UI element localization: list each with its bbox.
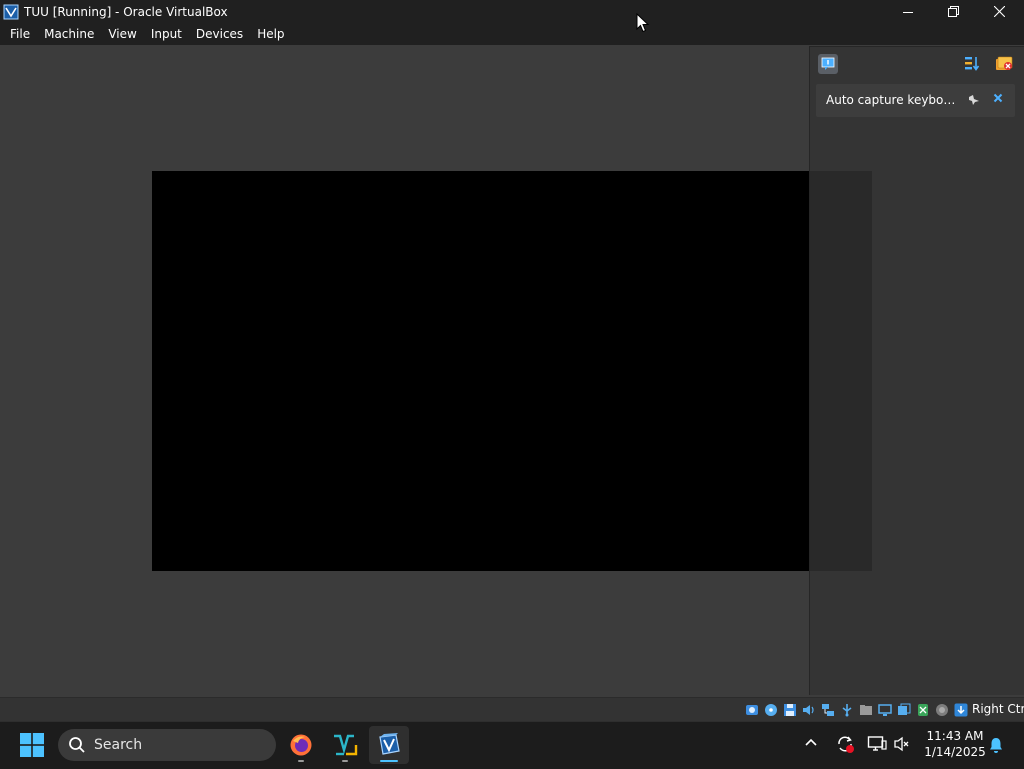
chevron-up-icon: [805, 738, 817, 746]
running-indicator: [298, 760, 304, 762]
host-key-label[interactable]: Right Ctrl: [972, 702, 1024, 716]
volume-muted-icon: [894, 736, 909, 752]
menu-bar: File Machine View Input Devices Help: [0, 23, 1024, 45]
sort-notifications-button[interactable]: [963, 55, 981, 76]
audio-icon[interactable]: [801, 703, 816, 718]
vscode-icon: [334, 734, 358, 756]
tray-sync[interactable]: [835, 734, 855, 757]
optical-drive-icon[interactable]: [763, 703, 778, 718]
menu-file[interactable]: File: [3, 27, 37, 41]
clock-date: 1/14/2025: [924, 745, 986, 759]
notification-center-toggle[interactable]: [818, 54, 838, 74]
cpu-icon[interactable]: [934, 703, 949, 718]
menu-devices[interactable]: Devices: [189, 27, 250, 41]
minimize-icon: [903, 11, 913, 13]
sort-icon: [965, 57, 980, 71]
hard-disk-icon[interactable]: [744, 703, 759, 718]
guest-screen[interactable]: [152, 171, 872, 571]
network-icon[interactable]: [820, 703, 835, 718]
dismiss-all-icon: [996, 56, 1013, 70]
window-title: TUU [Running] - Oracle VirtualBox: [24, 4, 228, 19]
tray-network[interactable]: [867, 735, 887, 756]
virtualbox-icon: [3, 4, 19, 19]
windows-start-icon[interactable]: [20, 733, 44, 757]
search-box[interactable]: Search: [58, 729, 276, 761]
menu-view[interactable]: View: [101, 27, 143, 41]
taskbar-clock[interactable]: 11:43 AM 1/14/2025: [918, 728, 992, 760]
floppy-icon[interactable]: [782, 703, 797, 718]
dismiss-all-button[interactable]: [994, 55, 1014, 76]
usb-icon[interactable]: [839, 703, 854, 718]
firefox-icon: [290, 734, 312, 756]
notification-keep-button[interactable]: [968, 94, 980, 109]
taskbar-vscode[interactable]: [325, 726, 365, 764]
notification-item[interactable]: Auto capture keyboard ...: [816, 84, 1015, 117]
restore-icon: [947, 6, 959, 17]
running-indicator: [342, 760, 348, 762]
keyboard-icon[interactable]: [953, 703, 968, 718]
menu-machine[interactable]: Machine: [37, 27, 101, 41]
clock-time: 11:43 AM: [926, 729, 984, 743]
notification-text: Auto capture keyboard ...: [826, 93, 962, 107]
minimize-button[interactable]: [885, 0, 931, 23]
menu-help[interactable]: Help: [250, 27, 291, 41]
show-hidden-icons-button[interactable]: [804, 736, 818, 750]
close-button[interactable]: [976, 0, 1022, 23]
recording-icon[interactable]: [896, 703, 911, 718]
notification-icon: [821, 57, 835, 70]
bell-icon: [990, 738, 1002, 753]
network-icon: [867, 736, 887, 751]
shared-folders-icon[interactable]: [858, 703, 873, 718]
menu-input[interactable]: Input: [144, 27, 189, 41]
mouse-integration-icon[interactable]: [915, 703, 930, 718]
close-icon: [993, 93, 1003, 103]
restore-button[interactable]: [930, 0, 976, 23]
taskbar-firefox[interactable]: [281, 726, 321, 764]
tray-volume[interactable]: [893, 735, 911, 756]
status-bar: Right Ctrl: [0, 697, 1024, 722]
title-bar: TUU [Running] - Oracle VirtualBox: [0, 0, 1024, 23]
search-icon: [68, 736, 86, 754]
virtualbox-icon: [379, 733, 400, 755]
notification-close-button[interactable]: [992, 92, 1004, 107]
sync-error-icon: [838, 736, 854, 753]
display-icon[interactable]: [877, 703, 892, 718]
keep-icon: [969, 95, 979, 105]
close-icon: [993, 6, 1005, 17]
search-placeholder: Search: [94, 737, 143, 753]
taskbar-virtualbox[interactable]: [369, 726, 409, 764]
notifications-button[interactable]: [987, 736, 1005, 757]
notification-center: Auto capture keyboard ...: [809, 46, 1024, 695]
device-indicators: [744, 701, 972, 719]
active-indicator: [380, 760, 398, 762]
mouse-cursor-icon: [636, 13, 650, 33]
taskbar: Search 11:43 AM 1/14/2025: [0, 721, 1024, 769]
